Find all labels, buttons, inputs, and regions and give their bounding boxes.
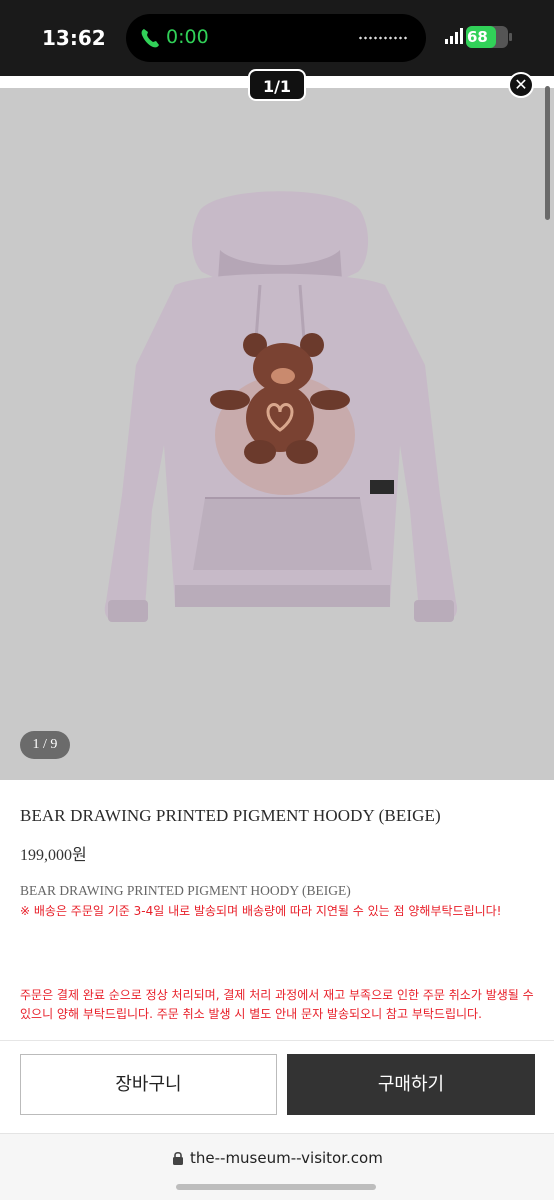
call-timer: 0:00 bbox=[166, 26, 209, 48]
status-bar: 13:62 0:00 68 bbox=[0, 0, 554, 76]
bottom-action-bar: 장바구니 구매하기 bbox=[0, 1040, 554, 1132]
page-indicator: 1/1 bbox=[248, 69, 306, 101]
cancellation-notice: 주문은 결제 완료 순으로 정상 처리되며, 결제 처리 과정에서 재고 부족으… bbox=[20, 988, 534, 1021]
product-title: BEAR DRAWING PRINTED PIGMENT HOODY (BEIG… bbox=[20, 806, 441, 825]
battery-percentage: 68 bbox=[467, 28, 488, 46]
signal-icon bbox=[445, 28, 463, 44]
close-icon[interactable]: ✕ bbox=[508, 72, 534, 98]
phone-icon bbox=[141, 29, 159, 48]
scrollbar-thumb[interactable] bbox=[545, 86, 550, 220]
hoodie-product-image[interactable] bbox=[80, 190, 480, 650]
product-price: 199,000원 bbox=[20, 847, 87, 864]
buy-now-button[interactable]: 구매하기 bbox=[287, 1054, 535, 1115]
status-time: 13:62 bbox=[42, 26, 106, 50]
shipping-notice: ※ 배송은 주문일 기준 3-4일 내로 발송되며 배송량에 따라 지연될 수 … bbox=[20, 904, 502, 918]
url-text[interactable]: the--museum--visitor.com bbox=[190, 1149, 383, 1167]
status-time-text: 13:62 bbox=[42, 26, 106, 50]
home-indicator[interactable] bbox=[176, 1184, 376, 1190]
add-to-cart-button[interactable]: 장바구니 bbox=[20, 1054, 277, 1115]
image-counter: 1 / 9 bbox=[20, 731, 70, 759]
call-indicator-pill[interactable]: 0:00 bbox=[126, 14, 426, 62]
browser-url-bar[interactable]: the--museum--visitor.com bbox=[0, 1133, 554, 1200]
lock-icon bbox=[173, 1151, 183, 1165]
audio-waveform-icon bbox=[358, 36, 408, 40]
description-title: BEAR DRAWING PRINTED PIGMENT HOODY (BEIG… bbox=[20, 883, 351, 898]
product-image-viewer[interactable] bbox=[0, 76, 554, 780]
